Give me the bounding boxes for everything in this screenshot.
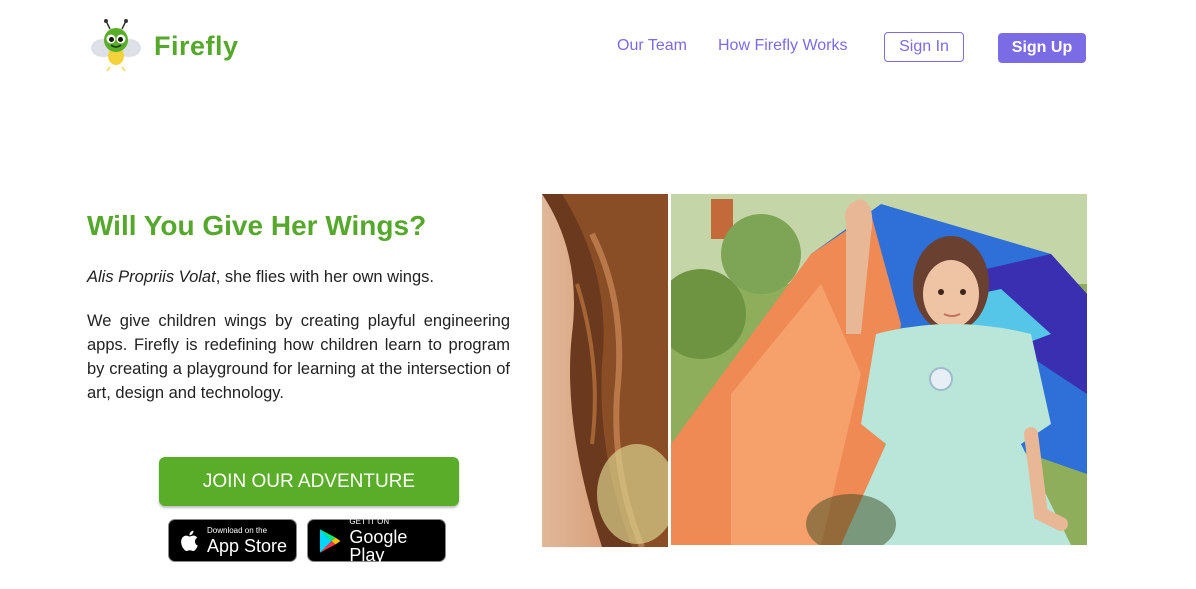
apple-icon: [181, 530, 198, 551]
join-adventure-button[interactable]: JOIN OUR ADVENTURE: [159, 457, 459, 506]
google-play-small-text: GET IT ON: [349, 516, 390, 526]
hero-photo-hair: [542, 194, 668, 547]
hero-tagline: Alis Propriis Volat, she flies with her …: [87, 268, 511, 287]
google-play-badge[interactable]: GET IT ON Google Play: [307, 516, 446, 565]
app-store-badge[interactable]: Download on the App Store: [168, 519, 297, 562]
tagline-translation: , she flies with her own wings.: [215, 268, 434, 286]
app-store-big-text: App Store: [207, 535, 288, 556]
google-play-big-text: Google Play: [349, 526, 408, 565]
hero-title: Will You Give Her Wings?: [87, 210, 427, 241]
app-store-small-text: Download on the: [207, 525, 268, 535]
google-play-icon: [319, 528, 341, 553]
tagline-latin: Alis Propriis Volat: [87, 268, 216, 286]
nav-how-firefly-works[interactable]: How Firefly Works: [718, 37, 848, 55]
firefly-logo-icon: [91, 19, 141, 72]
nav-our-team[interactable]: Our Team: [617, 37, 687, 55]
brand-name: Firefly: [154, 30, 239, 61]
sign-up-button[interactable]: Sign Up: [998, 33, 1086, 63]
hero-description: We give children wings by creating playf…: [87, 312, 510, 402]
logo[interactable]: Firefly: [88, 18, 239, 74]
hero-photo-girl-with-wings: [671, 194, 1087, 545]
sign-in-button[interactable]: Sign In: [884, 32, 964, 62]
